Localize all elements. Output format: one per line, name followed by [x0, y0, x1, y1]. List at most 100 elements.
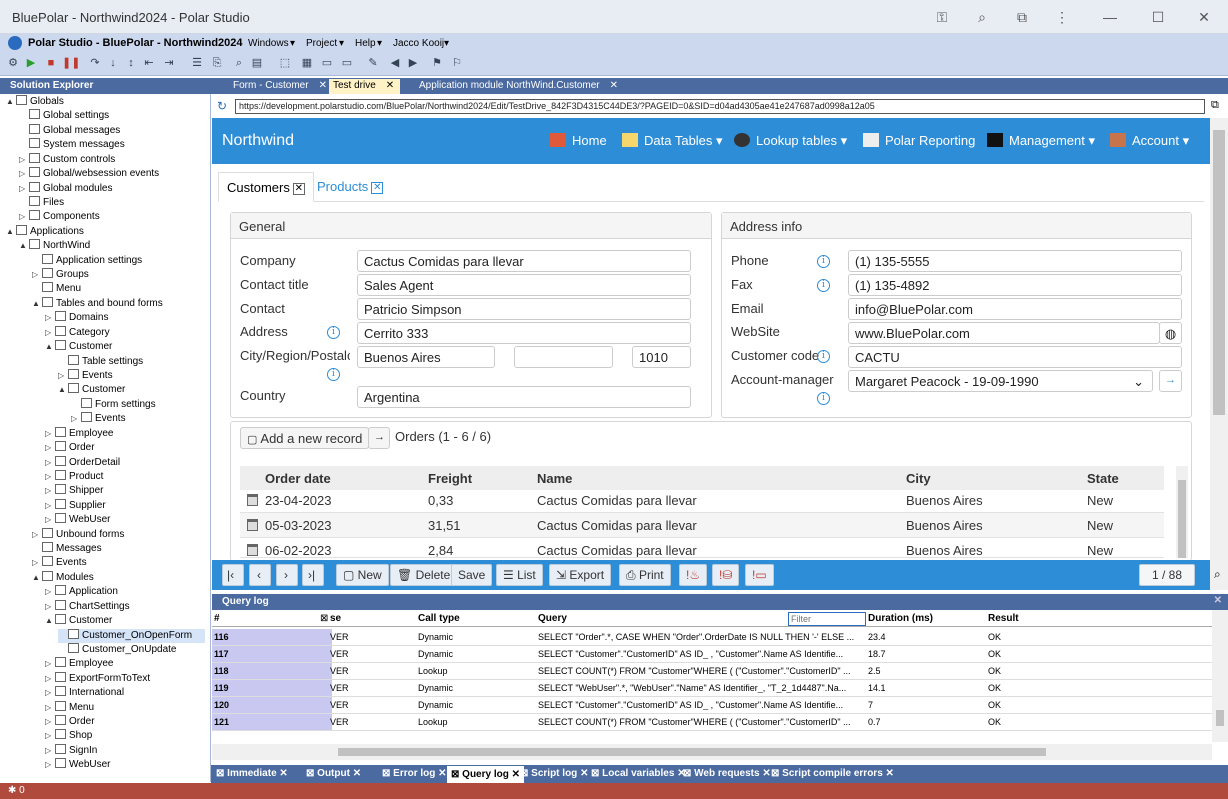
tree-item[interactable]: Table settings: [58, 354, 143, 369]
list-icon[interactable]: ☰: [190, 56, 204, 70]
list-button[interactable]: ☰ List: [496, 564, 543, 586]
customer-code-field[interactable]: CACTU: [848, 346, 1182, 368]
tree-item[interactable]: ▷ WebUser: [45, 758, 111, 772]
expand-icon[interactable]: ▲: [6, 95, 16, 109]
nav-data-tables[interactable]: Data Tables ▾: [622, 133, 723, 149]
tree-item[interactable]: Customer_OnUpdate: [58, 642, 177, 657]
tree-item[interactable]: ▷ Shop: [45, 729, 92, 743]
bottom-tab[interactable]: ⊠ Web requests ✕: [683, 768, 771, 779]
info-icon[interactable]: i: [817, 279, 830, 292]
tree-item[interactable]: ▷ Events: [32, 556, 87, 570]
step-into-icon[interactable]: ↓: [106, 56, 120, 70]
window-icon[interactable]: ▭: [320, 56, 334, 70]
bookmark-icon[interactable]: ⚑: [430, 56, 444, 70]
tree-item[interactable]: System messages: [19, 138, 125, 152]
menu-project[interactable]: Project: [306, 38, 337, 49]
expand-icon[interactable]: ▷: [45, 585, 55, 599]
tree-item[interactable]: ▷ Global/websession events: [19, 167, 159, 181]
close-icon[interactable]: ✕: [509, 769, 520, 780]
expand-icon[interactable]: ▷: [45, 672, 55, 686]
tree-item[interactable]: ▷ Order: [45, 715, 95, 729]
expand-icon[interactable]: ▷: [45, 729, 55, 743]
key-icon[interactable]: ⚿: [934, 9, 950, 25]
url-field[interactable]: https://development.polarstudio.com/Blue…: [235, 99, 1205, 114]
extensions-icon[interactable]: ⧉: [1014, 9, 1030, 25]
phone-field[interactable]: (1) 135-5555: [848, 250, 1182, 272]
tree-item[interactable]: ▲ NorthWind: [19, 239, 90, 253]
info-icon[interactable]: i: [327, 326, 340, 339]
export-button[interactable]: ⇲ Export: [549, 564, 612, 586]
tree-item[interactable]: Messages: [32, 542, 102, 556]
query-log-row[interactable]: 119 VER Dynamic SELECT "WebUser".*, "WebUse…: [212, 680, 1212, 697]
search-icon[interactable]: ⌕: [1214, 567, 1221, 582]
expand-icon[interactable]: ▷: [45, 686, 55, 700]
tree-item[interactable]: ▷ Groups: [32, 268, 89, 282]
query-log-row[interactable]: 121 VER Lookup SELECT COUNT(*) FROM "Custom…: [212, 714, 1212, 731]
goto-arrow-icon[interactable]: →: [1159, 370, 1182, 392]
tree-item[interactable]: ▷ Employee: [45, 426, 113, 441]
tree-item[interactable]: ▷ OrderDetail: [45, 455, 120, 470]
tree-item[interactable]: Global settings: [19, 109, 109, 123]
menu-user[interactable]: Jacco Kooij: [393, 38, 444, 49]
filter-input[interactable]: [788, 612, 866, 626]
tree-item[interactable]: ▷ Components: [19, 210, 100, 224]
company-field[interactable]: Cactus Comidas para llevar: [357, 250, 691, 272]
save-icon[interactable]: ▤: [250, 56, 264, 70]
city-field[interactable]: Buenos Aires: [357, 346, 495, 368]
nav-polar-reporting[interactable]: Polar Reporting: [863, 133, 975, 148]
close-icon[interactable]: ✕: [883, 768, 894, 779]
expand-icon[interactable]: ▲: [45, 614, 55, 628]
postal-field[interactable]: 1010: [632, 346, 691, 368]
info-icon[interactable]: i: [817, 350, 830, 363]
remove-icon[interactable]: ⊠: [320, 613, 328, 624]
trash-icon[interactable]: [247, 519, 258, 531]
tree-item[interactable]: ▲ Applications: [6, 224, 84, 239]
expand-icon[interactable]: ▷: [45, 600, 55, 614]
expand-icon[interactable]: ▷: [32, 556, 42, 570]
tree-item[interactable]: ▷ Events: [71, 412, 126, 426]
tree-item[interactable]: Application settings: [32, 253, 142, 268]
tree-item[interactable]: ▷ SignIn: [45, 743, 97, 758]
close-icon[interactable]: ✕: [610, 80, 618, 91]
tab-products[interactable]: Products ✕: [309, 172, 391, 202]
expand-icon[interactable]: ▲: [19, 239, 29, 253]
tree-item[interactable]: ▷ Order: [45, 441, 95, 455]
expand-icon[interactable]: ▷: [45, 311, 55, 325]
region-field[interactable]: [514, 346, 613, 368]
bottom-tab[interactable]: ⊠ Script compile errors ✕: [771, 768, 894, 779]
close-icon[interactable]: ✕: [435, 768, 446, 779]
open-external-icon[interactable]: ⧉: [1211, 99, 1219, 112]
expand-icon[interactable]: ▷: [45, 441, 55, 455]
tree-item[interactable]: ▷ ExportFormToText: [45, 671, 150, 686]
tree-item[interactable]: Menu: [32, 282, 81, 296]
expand-icon[interactable]: ▷: [45, 744, 55, 758]
close-icon[interactable]: ✕: [371, 182, 384, 194]
copy-icon[interactable]: ⎘: [210, 56, 224, 70]
trash-icon[interactable]: [247, 494, 258, 506]
forward-icon[interactable]: ▶: [406, 56, 420, 70]
nav-lookup-tables[interactable]: Lookup tables ▾: [734, 133, 847, 149]
menu-help[interactable]: Help: [355, 38, 376, 49]
stop-icon[interactable]: ■: [44, 56, 58, 70]
expand-icon[interactable]: ▷: [19, 210, 29, 224]
expand-icon[interactable]: ▷: [32, 528, 42, 542]
first-record-button[interactable]: |‹: [222, 564, 244, 586]
brand[interactable]: Northwind: [222, 132, 294, 150]
delete-button[interactable]: 🗑 Delete: [390, 564, 458, 586]
country-field[interactable]: Argentina: [357, 386, 691, 408]
contact-field[interactable]: Patricio Simpson: [357, 298, 691, 320]
fire-icon[interactable]: !♨: [679, 564, 708, 586]
tree-item[interactable]: ▷ Global modules: [19, 181, 112, 196]
close-icon[interactable]: ✕: [577, 768, 588, 779]
col-city[interactable]: City: [906, 471, 931, 486]
address-field[interactable]: Cerrito 333: [357, 322, 691, 344]
expand-icon[interactable]: ▷: [45, 758, 55, 772]
refresh-icon[interactable]: ↻: [217, 99, 227, 113]
close-icon[interactable]: ✕: [319, 80, 327, 91]
expand-icon[interactable]: ▷: [19, 153, 29, 167]
tree-item[interactable]: ▷ Unbound forms: [32, 527, 124, 542]
tab-application-module[interactable]: Application module NorthWind.Customer ✕: [401, 79, 624, 94]
bottom-tab[interactable]: ⊠ Local variables ✕: [591, 768, 686, 779]
close-icon[interactable]: ✕: [760, 768, 770, 779]
tree-item[interactable]: ▲ Tables and bound forms: [32, 296, 163, 311]
